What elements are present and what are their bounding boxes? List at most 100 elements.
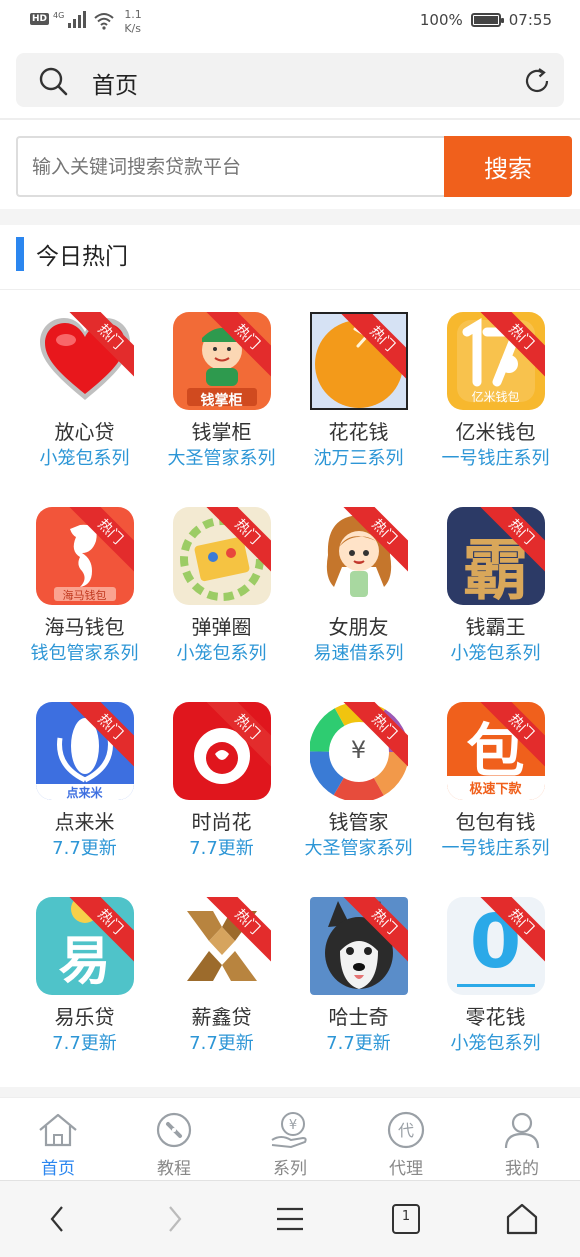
signal-icon	[68, 10, 87, 28]
app-item-nvpengyou[interactable]: 热门 女朋友 易速借系列	[290, 507, 427, 677]
app-series-link[interactable]: 小笼包系列	[16, 446, 153, 472]
menu-icon	[277, 1207, 303, 1231]
app-item-dandanquan[interactable]: 热门 弹弹圈 小笼包系列	[153, 507, 290, 677]
merchant-icon: 钱掌柜 热门	[172, 312, 271, 410]
tab-label: 代理	[389, 1159, 423, 1179]
app-name: 点来米	[54, 810, 115, 834]
tabs-button[interactable]: 1	[381, 1194, 431, 1244]
app-name: 薪鑫贷	[191, 1005, 252, 1029]
app-item-qianbawang[interactable]: 霸 热门 钱霸王 小笼包系列	[427, 507, 564, 677]
icon-text: 亿米钱包	[471, 390, 520, 404]
chevron-left-icon	[50, 1206, 63, 1232]
tab-label: 我的	[505, 1159, 539, 1179]
app-series-link[interactable]: 7.7更新	[16, 1031, 153, 1057]
app-item-dianlaimi[interactable]: 点来米 热门 点来米 7.7更新	[16, 702, 153, 872]
app-name: 花花钱	[328, 420, 389, 444]
battery-icon	[470, 13, 504, 27]
zero-digit-icon: 0 热门	[446, 897, 545, 995]
app-series-link[interactable]: 沈万三系列	[290, 446, 427, 472]
reload-icon[interactable]	[522, 66, 552, 96]
loan-search-input[interactable]	[16, 136, 444, 197]
app-name: 钱霸王	[465, 615, 526, 639]
color-wheel-icon: ¥ 热门	[309, 702, 408, 800]
app-series-link[interactable]: 一号钱庄系列	[427, 836, 564, 862]
app-series-link[interactable]: 7.7更新	[290, 1031, 427, 1057]
page-title: 首页	[92, 73, 138, 99]
app-series-link[interactable]: 钱包管家系列	[16, 641, 153, 667]
user-icon	[504, 1112, 540, 1149]
status-bar: HD 4G 1.1 K/s 100% 07:55	[0, 0, 580, 44]
app-item-haimaqianbao[interactable]: 海马钱包 热门 海马钱包 钱包管家系列	[16, 507, 153, 677]
icon-text: ¥	[350, 736, 367, 764]
app-name: 海马钱包	[44, 615, 125, 639]
tab-tutorial[interactable]: 教程	[116, 1098, 232, 1179]
app-item-qianguanjia[interactable]: ¥ 热门 钱管家 大圣管家系列	[290, 702, 427, 872]
tab-label: 系列	[273, 1159, 307, 1179]
app-series-link[interactable]: 易速借系列	[290, 641, 427, 667]
app-series-link[interactable]: 小笼包系列	[153, 641, 290, 667]
browser-address-bar[interactable]: 首页	[16, 53, 564, 107]
app-series-link[interactable]: 7.7更新	[16, 836, 153, 862]
section-title: 今日热门	[36, 244, 128, 270]
search-icon	[39, 67, 68, 96]
app-item-yiledai[interactable]: 易 热门 易乐贷 7.7更新	[16, 897, 153, 1067]
chevron-right-icon	[169, 1206, 182, 1232]
section-marker	[16, 237, 24, 271]
app-name: 钱掌柜	[191, 420, 252, 444]
app-item-yimiqianbao[interactable]: 亿米钱包 热门 亿米钱包 一号钱庄系列	[427, 312, 564, 482]
app-name: 易乐贷	[54, 1005, 115, 1029]
menu-button[interactable]	[265, 1194, 315, 1244]
app-item-linghuaqian[interactable]: 0 热门 零花钱 小笼包系列	[427, 897, 564, 1067]
app-item-shishanghua[interactable]: 热门 时尚花 7.7更新	[153, 702, 290, 872]
app-item-hashiqi[interactable]: 热门 哈士奇 7.7更新	[290, 897, 427, 1067]
ring-icon: 热门	[172, 507, 271, 605]
rice-grain-icon: 点来米 热门	[35, 702, 134, 800]
section-header: 今日热门	[16, 236, 128, 272]
orange-icon: 热门	[309, 312, 408, 410]
section-gap	[0, 209, 580, 225]
compass-icon	[156, 1112, 192, 1148]
ba-character-icon: 霸 热门	[446, 507, 545, 605]
app-series-link[interactable]: 大圣管家系列	[290, 836, 427, 862]
icon-subtext: 极速下款	[469, 782, 522, 797]
hot-apps-grid: 热门 放心贷 小笼包系列 钱掌柜 热门 钱掌柜 大圣管家系列 热门 花花钱 沈万…	[16, 312, 564, 1067]
tab-series[interactable]: ¥ 系列	[232, 1098, 348, 1179]
app-series-link[interactable]: 大圣管家系列	[153, 446, 290, 472]
icon-text: 海马钱包	[62, 589, 107, 602]
tab-home[interactable]: 首页	[0, 1098, 116, 1179]
forward-button[interactable]	[149, 1194, 199, 1244]
app-series-link[interactable]: 一号钱庄系列	[427, 446, 564, 472]
battery-percent: 100%	[419, 11, 463, 29]
app-series-link[interactable]: 7.7更新	[153, 1031, 290, 1057]
app-series-link[interactable]: 小笼包系列	[427, 1031, 564, 1057]
network-type: 4G	[53, 11, 65, 20]
bao-character-icon: 包 极速下款 热门	[446, 702, 545, 800]
icon-text: 钱掌柜	[200, 393, 243, 409]
app-name: 女朋友	[328, 615, 389, 639]
app-item-fangxindai[interactable]: 热门 放心贷 小笼包系列	[16, 312, 153, 482]
app-item-xinxindai[interactable]: 热门 薪鑫贷 7.7更新	[153, 897, 290, 1067]
back-button[interactable]	[33, 1194, 83, 1244]
app-name: 时尚花	[191, 810, 252, 834]
agent-icon: 代	[387, 1111, 425, 1149]
tab-label: 教程	[157, 1159, 191, 1179]
app-item-huahuaqian[interactable]: 热门 花花钱 沈万三系列	[290, 312, 427, 482]
search-button[interactable]: 搜索	[444, 136, 572, 197]
app-item-qianzhanggui[interactable]: 钱掌柜 热门 钱掌柜 大圣管家系列	[153, 312, 290, 482]
home-outline-icon	[506, 1203, 538, 1235]
divider	[0, 118, 580, 120]
status-left: HD 4G 1.1 K/s	[30, 8, 142, 36]
tab-agent[interactable]: 代 代理	[348, 1098, 464, 1179]
bottom-tab-bar: 首页 教程 ¥ 系列 代 代理 我的	[0, 1097, 580, 1179]
app-series-link[interactable]: 小笼包系列	[427, 641, 564, 667]
app-name: 包包有钱	[455, 810, 536, 834]
tab-mine[interactable]: 我的	[464, 1098, 580, 1179]
husky-icon: 热门	[309, 897, 408, 995]
home-button[interactable]	[497, 1194, 547, 1244]
app-name: 放心贷	[54, 420, 115, 444]
app-series-link[interactable]: 7.7更新	[153, 836, 290, 862]
divider	[0, 289, 580, 290]
app-item-baobaoyouqian[interactable]: 包 极速下款 热门 包包有钱 一号钱庄系列	[427, 702, 564, 872]
browser-nav-bar: 1	[0, 1180, 580, 1257]
icon-text: 易	[58, 932, 111, 992]
